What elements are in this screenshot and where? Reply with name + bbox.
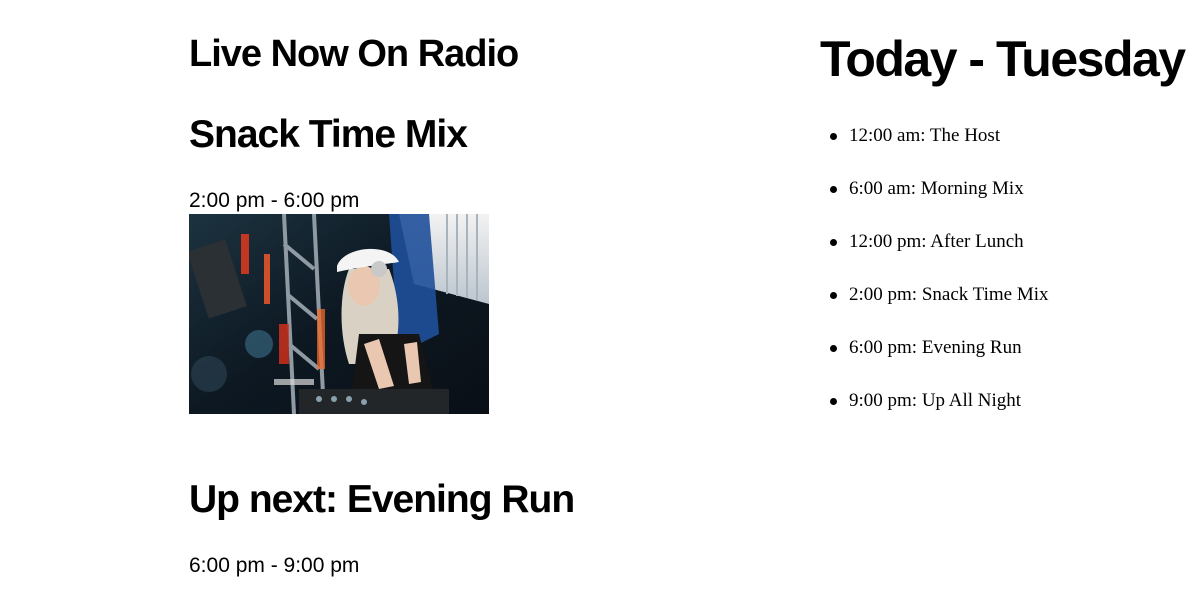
schedule-item: 2:00 pm: Snack Time Mix	[820, 281, 1049, 334]
current-show-image	[189, 214, 489, 414]
schedule-item: 9:00 pm: Up All Night	[820, 387, 1049, 440]
up-next-heading: Up next: Evening Run	[189, 478, 575, 521]
up-next-time: 6:00 pm - 9:00 pm	[189, 554, 360, 577]
schedule-list: 12:00 am: The Host 6:00 am: Morning Mix …	[820, 122, 1049, 440]
schedule-item: 6:00 am: Morning Mix	[820, 175, 1049, 228]
current-show-title: Snack Time Mix	[189, 113, 468, 156]
live-now-heading: Live Now On Radio	[189, 33, 519, 75]
schedule-item: 6:00 pm: Evening Run	[820, 334, 1049, 387]
dj-photo-icon	[189, 214, 489, 414]
today-heading: Today - Tuesday	[820, 31, 1186, 87]
schedule-item: 12:00 am: The Host	[820, 122, 1049, 175]
schedule-item: 12:00 pm: After Lunch	[820, 228, 1049, 281]
current-show-time: 2:00 pm - 6:00 pm	[189, 189, 360, 212]
